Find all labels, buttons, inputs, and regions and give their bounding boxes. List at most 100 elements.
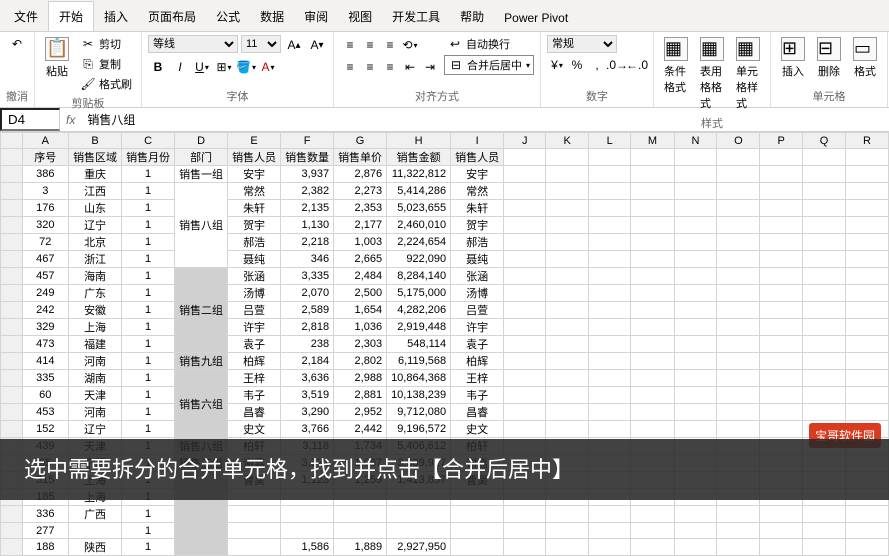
cell[interactable]: 贺宇 — [451, 217, 504, 234]
cell[interactable]: 韦子 — [451, 387, 504, 404]
cell[interactable] — [846, 183, 889, 200]
merged-dept-cell[interactable]: 销售六组 — [175, 370, 228, 438]
cell[interactable] — [546, 285, 589, 302]
cell[interactable] — [546, 387, 589, 404]
cell[interactable]: 王梓 — [228, 370, 281, 387]
cell[interactable]: 2,177 — [334, 217, 387, 234]
col-header-H[interactable]: H — [387, 133, 451, 149]
cell-style-button[interactable]: ▦单元格样式 — [732, 35, 764, 113]
cell[interactable]: 3 — [22, 183, 69, 200]
ribbon-tab-文件[interactable]: 文件 — [4, 2, 48, 31]
cell[interactable] — [631, 302, 674, 319]
cell[interactable] — [546, 302, 589, 319]
cell[interactable] — [589, 421, 631, 438]
cell[interactable] — [631, 183, 674, 200]
cell[interactable] — [504, 319, 546, 336]
merge-center-button[interactable]: ⊟合并后居中▾ — [444, 55, 534, 75]
cell[interactable] — [504, 251, 546, 268]
cell[interactable]: 2,802 — [334, 353, 387, 370]
bold-button[interactable]: B — [148, 57, 168, 77]
cell[interactable]: 335 — [22, 370, 69, 387]
cell[interactable] — [674, 200, 717, 217]
conditional-format-button[interactable]: ▦条件格式 — [660, 35, 692, 97]
cell[interactable]: 242 — [22, 302, 69, 319]
col-header-G[interactable]: G — [334, 133, 387, 149]
cell[interactable]: 2,218 — [281, 234, 334, 251]
cell[interactable] — [717, 302, 760, 319]
cell[interactable] — [717, 217, 760, 234]
cell[interactable]: 1 — [122, 523, 175, 539]
percent-button[interactable]: % — [567, 55, 587, 75]
cell[interactable] — [504, 234, 546, 251]
cell[interactable]: 北京 — [69, 234, 122, 251]
cell[interactable] — [717, 523, 760, 539]
cell[interactable]: 2,353 — [334, 200, 387, 217]
cell[interactable] — [674, 302, 717, 319]
cell[interactable] — [674, 183, 717, 200]
cell[interactable]: 1,889 — [334, 539, 387, 556]
cell[interactable] — [504, 387, 546, 404]
row-header[interactable] — [1, 523, 23, 539]
cell[interactable]: 吕萱 — [228, 302, 281, 319]
cell[interactable]: 457 — [22, 268, 69, 285]
cell[interactable]: 386 — [22, 166, 69, 183]
cell[interactable] — [631, 217, 674, 234]
row-header[interactable] — [1, 200, 23, 217]
insert-cells-button[interactable]: ⊞插入 — [777, 35, 809, 81]
cell[interactable] — [504, 353, 546, 370]
cell[interactable] — [760, 217, 803, 234]
cell[interactable] — [589, 285, 631, 302]
cell[interactable]: 朱轩 — [228, 200, 281, 217]
cell[interactable] — [589, 539, 631, 556]
cell[interactable] — [631, 523, 674, 539]
cell[interactable] — [674, 149, 717, 166]
cell[interactable]: 1 — [122, 539, 175, 556]
cell[interactable] — [451, 523, 504, 539]
cell[interactable]: 1 — [122, 387, 175, 404]
cell[interactable]: 4,282,206 — [387, 302, 451, 319]
cell[interactable]: 朱轩 — [451, 200, 504, 217]
row-header[interactable] — [1, 421, 23, 438]
cell[interactable] — [387, 506, 451, 523]
cell[interactable]: 6,119,568 — [387, 353, 451, 370]
cell[interactable]: 2,224,654 — [387, 234, 451, 251]
cell[interactable]: 汤博 — [451, 285, 504, 302]
cell[interactable]: 山东 — [69, 200, 122, 217]
cell[interactable]: 天津 — [69, 387, 122, 404]
cell[interactable] — [546, 251, 589, 268]
cell[interactable]: 922,090 — [387, 251, 451, 268]
cell[interactable] — [451, 506, 504, 523]
cell[interactable] — [546, 166, 589, 183]
cell[interactable]: 1 — [122, 319, 175, 336]
cell[interactable]: 聂纯 — [228, 251, 281, 268]
cell[interactable] — [504, 285, 546, 302]
cell[interactable] — [846, 251, 889, 268]
col-header-A[interactable]: A — [22, 133, 69, 149]
cell[interactable]: 467 — [22, 251, 69, 268]
cell[interactable] — [546, 539, 589, 556]
cell[interactable] — [803, 285, 846, 302]
cell[interactable]: 10,864,368 — [387, 370, 451, 387]
cell[interactable] — [504, 200, 546, 217]
cell[interactable]: 2,500 — [334, 285, 387, 302]
cell[interactable] — [717, 268, 760, 285]
cell[interactable]: 福建 — [69, 336, 122, 353]
cell[interactable]: 安宇 — [228, 166, 281, 183]
cell[interactable]: 辽宁 — [69, 421, 122, 438]
cell[interactable]: 2,665 — [334, 251, 387, 268]
ribbon-tab-公式[interactable]: 公式 — [206, 2, 250, 31]
row-header[interactable] — [1, 217, 23, 234]
table-header-cell[interactable]: 销售金额 — [387, 149, 451, 166]
align-center-button[interactable]: ≡ — [360, 57, 380, 77]
cell[interactable]: 2,818 — [281, 319, 334, 336]
ribbon-tab-开始[interactable]: 开始 — [48, 1, 94, 31]
col-header-O[interactable]: O — [717, 133, 760, 149]
cell[interactable] — [504, 370, 546, 387]
font-color-button[interactable]: A▾ — [258, 57, 278, 77]
cell[interactable] — [760, 370, 803, 387]
cell[interactable]: 河南 — [69, 353, 122, 370]
cell[interactable]: 3,766 — [281, 421, 334, 438]
cell[interactable] — [674, 370, 717, 387]
cell[interactable] — [334, 506, 387, 523]
cell[interactable] — [846, 319, 889, 336]
